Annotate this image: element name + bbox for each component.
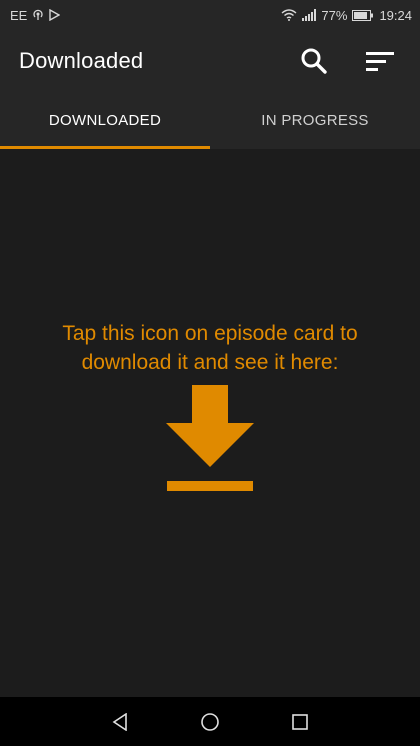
back-button[interactable] [105,707,135,737]
signal-icon [302,9,317,21]
empty-state-message: Tap this icon on episode card to downloa… [62,322,358,374]
tab-downloaded[interactable]: DOWNLOADED [0,92,210,149]
recents-button[interactable] [285,707,315,737]
status-left: EE [10,7,61,23]
battery-percent: 77% [321,7,348,23]
sort-button[interactable] [358,39,402,83]
hotspot-icon [32,9,44,21]
system-nav-bar [0,697,420,746]
search-button[interactable] [292,39,336,83]
recents-icon [292,713,308,730]
downloaded-list: Tap this icon on episode card to downloa… [0,149,420,697]
search-icon [301,48,327,74]
app-bar: Downloaded [0,30,420,92]
carrier-label: EE [10,7,28,23]
home-button[interactable] [195,707,225,737]
home-icon [201,712,219,731]
tab-downloaded-label: DOWNLOADED [48,112,162,129]
wifi-icon [281,9,297,21]
tab-in-progress[interactable]: IN PROGRESS [210,92,420,149]
status-right: 77% 19:24 [281,8,412,23]
sort-icon [366,52,394,71]
download-icon [166,385,254,498]
clock: 19:24 [379,7,412,23]
battery-icon [352,9,374,21]
play-store-icon [49,9,61,21]
tab-bar: DOWNLOADED IN PROGRESS [0,92,420,149]
status-bar: EE 77% 19:24 [0,0,420,30]
tab-in-progress-label: IN PROGRESS [261,112,369,129]
back-icon [112,712,127,731]
page-title: Downloaded [19,48,144,73]
